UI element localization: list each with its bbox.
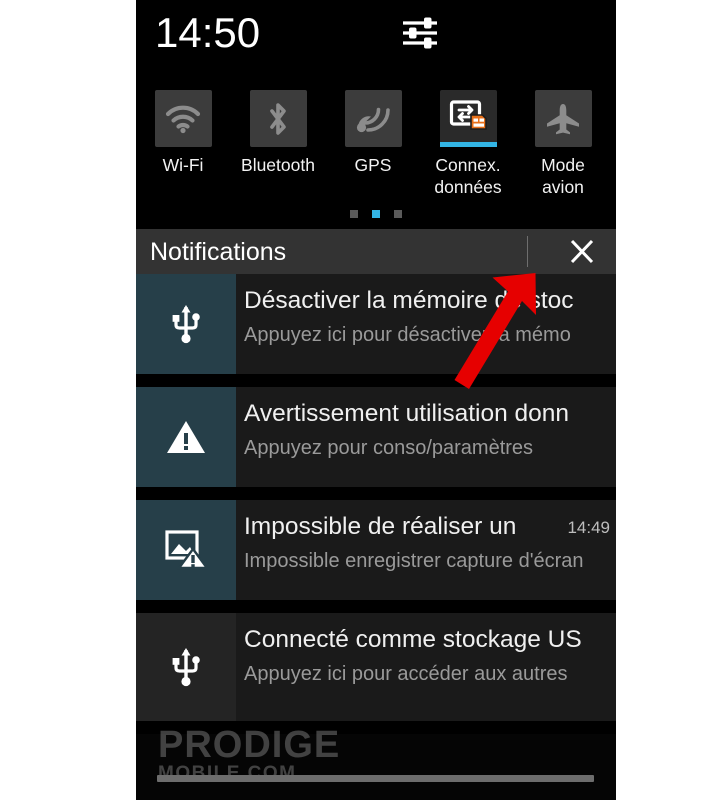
- page-dot-3[interactable]: [394, 210, 403, 218]
- notification-subtitle: Appuyez ici pour accéder aux autres: [244, 663, 568, 685]
- notification-icon-container: [136, 387, 236, 487]
- notification-subtitle: Impossible enregistrer capture d'écran: [244, 550, 584, 572]
- notification-icon-container: [136, 500, 236, 600]
- toggle-airplane-mode-tile[interactable]: [534, 90, 592, 147]
- toggle-wifi-tile[interactable]: [154, 90, 212, 147]
- toggle-data-connection-label-line2: données: [434, 177, 502, 197]
- toggle-airplane-mode-label-line1: Mode: [541, 155, 585, 175]
- quick-settings-page-dots: [136, 210, 616, 220]
- notification-item[interactable]: Désactiver la mémoire de stoc Appuyez ic…: [136, 274, 616, 374]
- sliders-icon[interactable]: [400, 14, 440, 52]
- notification-title: Désactiver la mémoire de stoc: [244, 287, 574, 314]
- close-icon: [570, 239, 594, 264]
- clear-all-notifications-button[interactable]: [548, 229, 616, 274]
- watermark-main-text: PRODIGE: [158, 724, 341, 766]
- airplane-icon: [547, 103, 579, 134]
- notification-timestamp: 14:49: [567, 518, 610, 537]
- notification-text-container: Désactiver la mémoire de stoc Appuyez ic…: [236, 274, 616, 374]
- toggle-airplane-mode[interactable]: Mode avion: [518, 90, 608, 198]
- toggle-data-connection[interactable]: Connex. données: [423, 90, 513, 198]
- notification-text-container: Impossible de réaliser un 14:49 Impossib…: [236, 500, 616, 600]
- usb-icon: [172, 648, 200, 687]
- data-connection-icon: [449, 100, 487, 130]
- toggle-gps-tile[interactable]: [344, 90, 402, 147]
- usb-icon: [172, 305, 200, 344]
- toggle-bluetooth[interactable]: Bluetooth: [233, 90, 323, 176]
- toggle-airplane-mode-label: Mode avion: [518, 154, 608, 198]
- toggle-bluetooth-tile[interactable]: [249, 90, 307, 147]
- image-error-icon: [165, 530, 208, 570]
- notification-title: Impossible de réaliser un: [244, 513, 517, 540]
- notification-text-container: Connecté comme stockage US Appuyez ici p…: [236, 613, 616, 721]
- panel-drag-handle[interactable]: [157, 775, 594, 782]
- status-bar-clock: 14:50: [155, 9, 261, 56]
- warning-triangle-icon: [167, 421, 205, 453]
- notification-icon-container: [136, 613, 236, 721]
- quick-settings-toggles: Wi-Fi Bluetooth GPS Connex. données Mode…: [136, 78, 616, 233]
- notification-subtitle: Appuyez pour conso/paramètres: [244, 437, 534, 459]
- panel-footer: PRODIGE MOBILE.COM: [136, 726, 616, 800]
- toggle-gps[interactable]: GPS: [328, 90, 418, 176]
- toggle-gps-label: GPS: [354, 155, 392, 175]
- status-bar: 14:50: [136, 0, 616, 78]
- toggle-airplane-mode-label-line2: avion: [542, 177, 584, 197]
- wifi-icon: [165, 105, 201, 133]
- notification-item[interactable]: Connecté comme stockage US Appuyez ici p…: [136, 613, 616, 721]
- bluetooth-icon: [270, 102, 286, 135]
- notification-item[interactable]: Impossible de réaliser un 14:49 Impossib…: [136, 500, 616, 600]
- notification-item[interactable]: Avertissement utilisation donn Appuyez p…: [136, 387, 616, 487]
- toggle-wifi-label: Wi-Fi: [162, 155, 204, 175]
- toggle-active-indicator: [439, 142, 497, 147]
- page-dot-2[interactable]: [372, 210, 380, 218]
- gps-icon: [356, 107, 390, 132]
- notification-title: Avertissement utilisation donn: [244, 400, 570, 427]
- notifications-header: Notifications: [136, 229, 616, 274]
- toggle-wifi[interactable]: Wi-Fi: [138, 90, 228, 176]
- notification-title: Connecté comme stockage US: [244, 626, 582, 653]
- page-dot-1[interactable]: [349, 210, 358, 218]
- notification-icon-container: [136, 274, 236, 374]
- phone-screenshot: 14:50 Wi-Fi Bluetooth GPS Connex. donnée…: [136, 0, 616, 800]
- toggle-data-connection-label-line1: Connex.: [435, 155, 501, 175]
- notifications-title: Notifications: [150, 238, 287, 266]
- header-divider: [527, 236, 528, 267]
- notifications-list: Désactiver la mémoire de stoc Appuyez ic…: [136, 274, 616, 734]
- notification-subtitle: Appuyez ici pour désactiver la mémo: [244, 324, 571, 346]
- toggle-data-connection-tile[interactable]: [439, 90, 497, 147]
- notification-text-container: Avertissement utilisation donn Appuyez p…: [236, 387, 616, 487]
- toggle-data-connection-label: Connex. données: [423, 154, 513, 198]
- toggle-bluetooth-label: Bluetooth: [241, 155, 315, 175]
